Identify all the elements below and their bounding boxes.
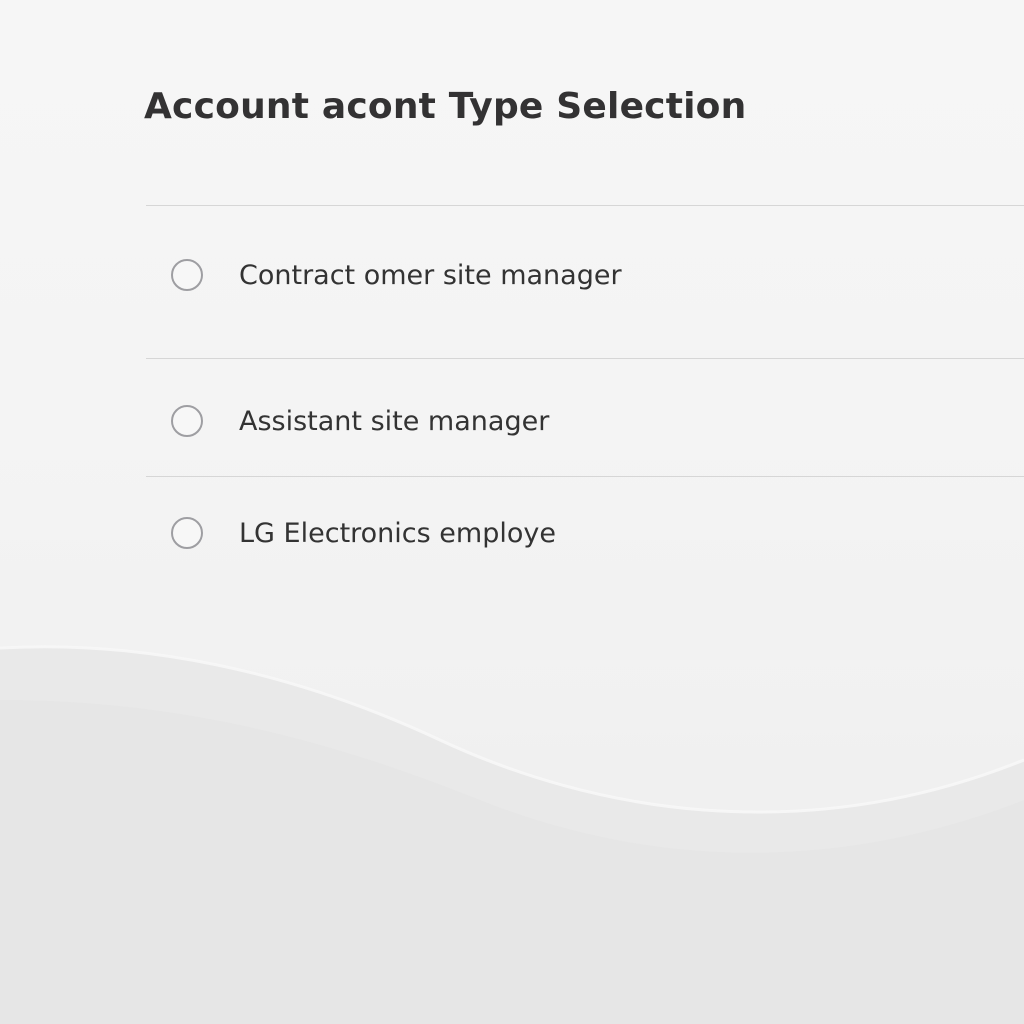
divider xyxy=(146,358,1024,359)
divider xyxy=(146,205,1024,206)
divider xyxy=(146,476,1024,477)
page-title: Account acont Type Selection xyxy=(144,86,747,127)
option-label: LG Electronics employe xyxy=(239,517,556,549)
option-lg-electronics-employee[interactable]: LG Electronics employe xyxy=(146,503,1024,563)
option-label: Contract omer site manager xyxy=(239,259,622,291)
radio-button[interactable] xyxy=(171,405,203,437)
option-label: Assistant site manager xyxy=(239,405,550,437)
radio-button[interactable] xyxy=(171,259,203,291)
option-contract-owner-site-manager[interactable]: Contract omer site manager xyxy=(146,245,1024,305)
option-assistant-site-manager[interactable]: Assistant site manager xyxy=(146,391,1024,451)
radio-button[interactable] xyxy=(171,517,203,549)
